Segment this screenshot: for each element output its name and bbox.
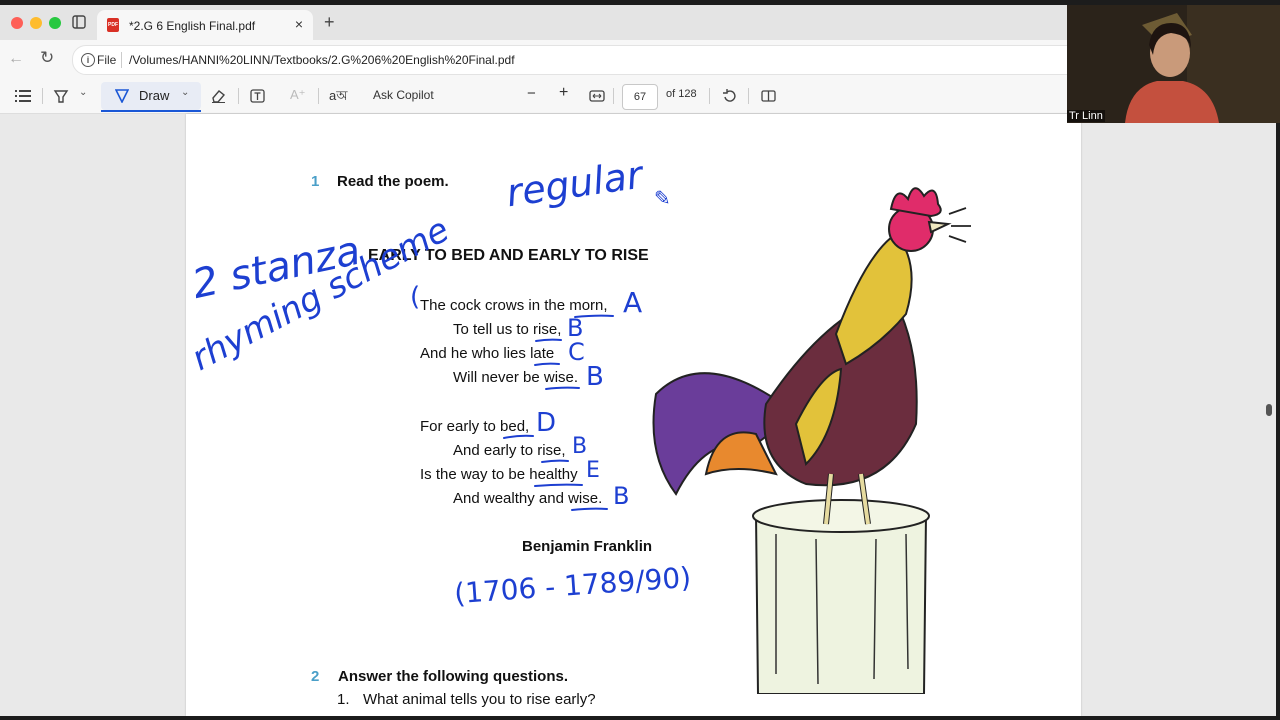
translate-icon[interactable]: aঅ	[329, 87, 348, 108]
pencil-cursor-icon: ✎	[654, 186, 671, 210]
page-number-input[interactable]: 67	[622, 84, 658, 110]
ink-rhyme-letter: D	[536, 408, 557, 438]
tab-close-button[interactable]: ×	[295, 16, 303, 32]
ink-rhyme-letter: B	[572, 434, 588, 459]
highlight-dropdown-icon[interactable]: ⌄	[79, 87, 87, 98]
close-window-button[interactable]	[11, 17, 23, 29]
back-button[interactable]: ←	[8, 50, 24, 68]
participant-name: Tr Linn	[1067, 110, 1105, 122]
draw-dropdown-icon[interactable]: ⌄	[181, 87, 189, 98]
draw-pen-icon	[115, 89, 129, 103]
pdf-file-icon: PDF	[107, 18, 119, 32]
draw-label: Draw	[139, 88, 170, 103]
contents-list-icon[interactable]	[15, 90, 31, 102]
draw-button[interactable]: Draw ⌄	[101, 82, 201, 110]
url-text[interactable]: /Volumes/HANNI%20LINN/Textbooks/2.G%206%…	[129, 53, 515, 67]
zoom-in-button[interactable]: +	[559, 84, 568, 102]
zoom-out-button[interactable]: −	[527, 85, 536, 102]
tab-title: *2.G 6 English Final.pdf	[129, 19, 256, 33]
page-total: of 128	[666, 88, 697, 100]
webcam-video	[1067, 5, 1280, 123]
document-viewer[interactable]: 1 Read the poem. EARLY TO BED AND EARLY …	[0, 114, 1276, 716]
scheme-label: File	[97, 53, 117, 67]
ink-bracket: (	[410, 282, 421, 312]
info-icon[interactable]: i	[81, 53, 95, 67]
rotate-icon[interactable]	[722, 89, 737, 104]
read-aloud-icon: A⁺	[290, 87, 306, 102]
maximize-window-button[interactable]	[49, 17, 61, 29]
reload-button[interactable]: ↻	[40, 48, 54, 68]
eraser-icon[interactable]	[210, 89, 226, 103]
fit-page-icon[interactable]	[589, 90, 605, 102]
new-tab-button[interactable]: +	[324, 12, 335, 33]
tab-active[interactable]: PDF *2.G 6 English Final.pdf ×	[97, 10, 313, 40]
ink-rhyme-letter: B	[613, 482, 630, 510]
webcam-feed-image	[1067, 5, 1280, 123]
scrollbar-thumb[interactable]	[1266, 404, 1272, 416]
ink-rhyme-letter: C	[568, 338, 585, 366]
minimize-window-button[interactable]	[30, 17, 42, 29]
rooster-illustration	[652, 187, 971, 694]
tab-actions-icon[interactable]	[72, 15, 86, 29]
text-box-icon[interactable]	[250, 89, 265, 103]
ink-rhyme-letter: E	[586, 458, 600, 483]
address-bar[interactable]: i File /Volumes/HANNI%20LINN/Textbooks/2…	[72, 45, 1084, 75]
highlight-icon[interactable]	[53, 89, 69, 103]
two-page-view-icon[interactable]	[761, 89, 776, 103]
ink-rhyme-letter: B	[586, 362, 604, 392]
ink-rhyme-letter: A	[623, 286, 643, 319]
ask-copilot-button[interactable]: Ask Copilot	[373, 88, 434, 102]
pdf-page: 1 Read the poem. EARLY TO BED AND EARLY …	[185, 114, 1081, 716]
